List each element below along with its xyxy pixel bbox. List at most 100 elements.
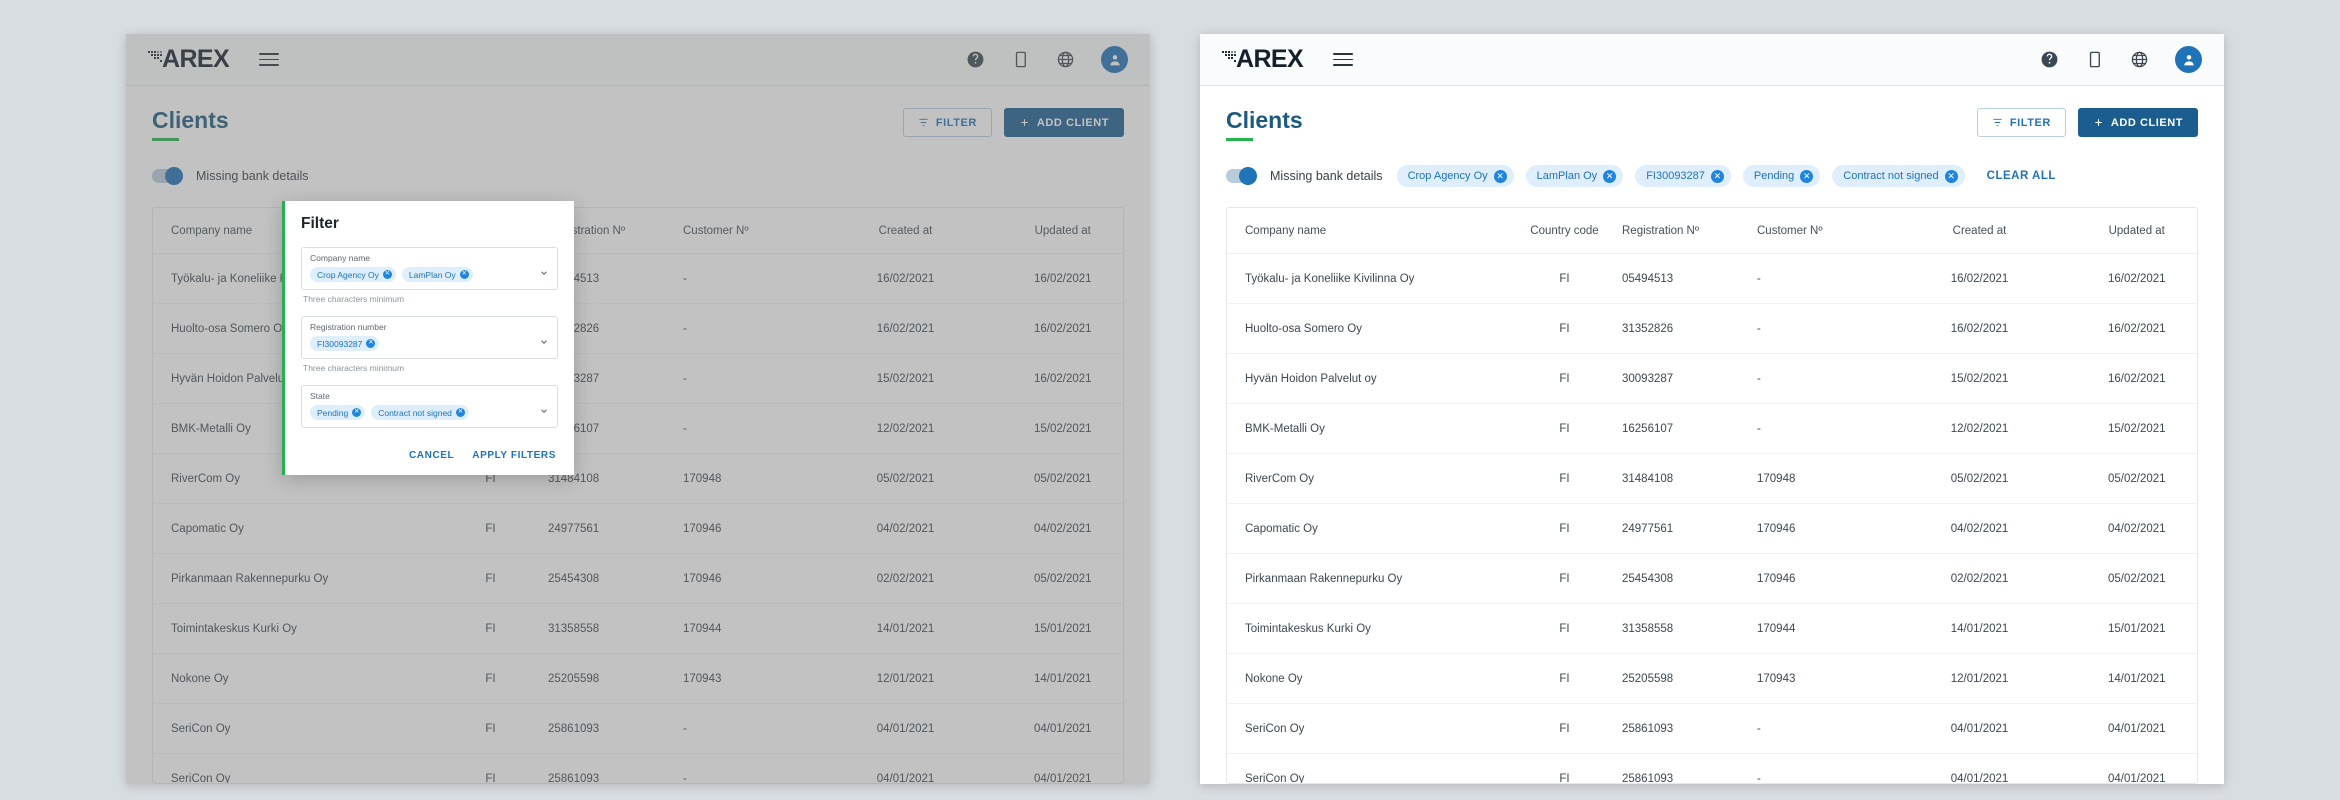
missing-bank-details-toggle[interactable] — [152, 167, 183, 186]
col-company-name-right: Company name — [1227, 208, 1507, 255]
cell-country-code: FI — [1507, 453, 1622, 505]
cell-created-at: 05/02/2021 — [1902, 453, 2057, 505]
brand-logo-right[interactable]: AREX — [1222, 47, 1304, 72]
filter-button-right[interactable]: FILTER — [1976, 108, 2066, 137]
account-avatar-button-right[interactable] — [2175, 46, 2202, 73]
filter-field-label: Registration number — [310, 322, 387, 332]
add-client-button[interactable]: ADD CLIENT — [1003, 108, 1124, 137]
cancel-button[interactable]: CANCEL — [409, 450, 454, 461]
table-row[interactable]: Toimintakeskus Kurki Oy FI 31358558 170944 1… — [153, 603, 1123, 655]
chip-remove-icon[interactable]: ✕ — [1603, 169, 1617, 183]
table-row[interactable]: Huolto-osa Somero OyFI31352826-16/02/202… — [1227, 303, 2197, 355]
cell-company-name: Työkalu- ja Koneliike Kivilinna Oy — [1227, 253, 1507, 305]
globe-icon-right[interactable] — [2130, 50, 2149, 69]
active-filter-chip[interactable]: Contract not signed ✕ — [1832, 165, 1965, 188]
cell-registration: 31352826 — [1622, 303, 1757, 355]
account-avatar-button[interactable] — [1101, 46, 1128, 73]
table-row[interactable]: SeriCon Oy FI 25861093-04/01/2021 04/01/202… — [1227, 753, 2197, 784]
filter-field-box[interactable]: Company name Crop Agency Oy ✕ LamPlan Oy ✕ — [301, 247, 558, 290]
table-row[interactable]: Pirkanmaan Rakennepurku Oy FI 25454308 1709… — [153, 553, 1123, 605]
table-row[interactable]: RiverCom Oy FI 31484108 170948 05/02/2021 05/… — [1227, 453, 2197, 505]
chip-label: FI30093287 — [317, 338, 363, 349]
chip-label: Pending — [1753, 170, 1795, 183]
cell-created-at: 16/02/2021 — [828, 303, 983, 355]
brand-dots-icon-right — [1222, 51, 1238, 63]
filter-field-chevron-down-icon[interactable] — [539, 406, 549, 418]
chip-remove-icon[interactable]: ✕ — [1493, 169, 1507, 183]
filter-field-chip[interactable]: LamPlan Oy ✕ — [401, 267, 473, 282]
chip-remove-icon[interactable]: ✕ — [382, 270, 392, 279]
cell-updated-at: 04/01/2021 — [2057, 703, 2197, 755]
globe-icon[interactable] — [1056, 50, 1075, 69]
copy-icon[interactable] — [1011, 50, 1030, 69]
filter-field-chip[interactable]: FI30093287 ✕ — [310, 336, 380, 351]
col-customer: Customer Nº — [683, 208, 828, 255]
cell-customer: 170948 — [1757, 453, 1902, 505]
table-row[interactable]: Työkalu- ja Koneliike Kivilinna OyFI0549… — [1227, 253, 2197, 305]
cell-created-at: 02/02/2021 — [828, 553, 983, 605]
active-filter-chip[interactable]: Pending ✕ — [1742, 165, 1821, 188]
cell-created-at: 12/01/2021 — [828, 653, 983, 705]
cell-created-at: 04/01/2021 — [828, 753, 983, 784]
filter-field-box[interactable]: State Pending ✕ Contract not signed ✕ — [301, 385, 558, 428]
table-row[interactable]: Pirkanmaan Rakennepurku Oy FI 25454308 1709… — [1227, 553, 2197, 605]
chip-remove-icon[interactable]: ✕ — [459, 270, 469, 279]
table-row[interactable]: Capomatic Oy FI 24977561 170946 04/02/2021 04… — [1227, 503, 2197, 555]
chip-remove-icon[interactable]: ✕ — [1944, 169, 1958, 183]
chip-remove-icon[interactable]: ✕ — [366, 339, 376, 348]
add-client-button-right[interactable]: ADD CLIENT — [2077, 108, 2198, 137]
cell-customer: 170943 — [683, 653, 828, 705]
clear-all-button[interactable]: CLEAR ALL — [1987, 170, 2056, 182]
cell-registration: 30093287 — [1622, 353, 1757, 405]
help-icon-right[interactable] — [2040, 50, 2059, 69]
filter-field-chevron-down-icon[interactable] — [539, 337, 549, 349]
cell-registration: 25861093 — [548, 753, 683, 784]
cell-updated-at: 04/01/2021 — [983, 703, 1123, 755]
top-bar-left: AREX — [126, 34, 1150, 86]
cell-updated-at: 16/02/2021 — [983, 253, 1123, 305]
active-filter-chip[interactable]: FI30093287 ✕ — [1635, 165, 1731, 188]
cell-registration: 31358558 — [1622, 603, 1757, 655]
cell-country-code: FI — [1507, 753, 1622, 784]
apply-filters-button[interactable]: APPLY FILTERS — [472, 450, 556, 461]
page-content-right: Clients FILTER ADD CLIENT Missing bank d… — [1200, 86, 2224, 784]
table-row[interactable]: SeriCon Oy FI 25861093-04/01/2021 04/01/202… — [153, 703, 1123, 755]
chip-label: Crop Agency Oy — [1407, 170, 1488, 183]
chip-remove-icon[interactable]: ✕ — [455, 408, 465, 417]
brand-logo[interactable]: AREX — [148, 47, 230, 72]
table-row[interactable]: SeriCon Oy FI 25861093-04/01/2021 04/01/202… — [1227, 703, 2197, 755]
active-filter-chip[interactable]: Crop Agency Oy ✕ — [1396, 165, 1514, 188]
help-icon[interactable] — [966, 50, 985, 69]
filter-field-chip[interactable]: Pending ✕ — [310, 405, 366, 420]
filter-field-box[interactable]: Registration number FI30093287 ✕ — [301, 316, 558, 359]
chip-label: LamPlan Oy — [1536, 170, 1598, 183]
filter-field-label: State — [310, 391, 330, 401]
missing-bank-details-toggle-right[interactable] — [1226, 167, 1257, 186]
cell-registration: 25454308 — [1622, 553, 1757, 605]
table-row[interactable]: Nokone Oy FI 25205598 170943 12/01/2021 14/01… — [1227, 653, 2197, 705]
cell-customer: 170946 — [1757, 553, 1902, 605]
table-row[interactable]: SeriCon Oy FI 25861093-04/01/2021 04/01/202… — [153, 753, 1123, 784]
copy-icon-right[interactable] — [2085, 50, 2104, 69]
filter-field-chip[interactable]: Crop Agency Oy ✕ — [310, 267, 396, 282]
filter-field-chevron-down-icon[interactable] — [539, 268, 549, 280]
active-filter-chip[interactable]: LamPlan Oy ✕ — [1525, 165, 1624, 188]
chip-remove-icon[interactable]: ✕ — [352, 408, 362, 417]
menu-toggle-button[interactable] — [259, 49, 280, 70]
chip-remove-icon[interactable]: ✕ — [1710, 169, 1724, 183]
table-row[interactable]: Hyvän Hoidon Palvelut oyFI30093287-15/02… — [1227, 353, 2197, 405]
cell-created-at: 14/01/2021 — [1902, 603, 2057, 655]
cell-updated-at: 14/01/2021 — [2057, 653, 2197, 705]
filter-field-chip[interactable]: Contract not signed ✕ — [371, 405, 469, 420]
filter-button[interactable]: FILTER — [902, 108, 992, 137]
menu-toggle-button-right[interactable] — [1333, 49, 1354, 70]
table-row[interactable]: Capomatic Oy FI 24977561 170946 04/02/2021 04… — [153, 503, 1123, 555]
filter-field-chips: Crop Agency Oy ✕ LamPlan Oy ✕ — [310, 267, 533, 282]
cell-country-code: FI — [1507, 253, 1622, 305]
table-row[interactable]: BMK-Metalli OyFI16256107-12/02/202115/02… — [1227, 403, 2197, 455]
chip-remove-icon[interactable]: ✕ — [1800, 169, 1814, 183]
cell-updated-at: 05/02/2021 — [2057, 553, 2197, 605]
table-row[interactable]: Toimintakeskus Kurki Oy FI 31358558 170944 1… — [1227, 603, 2197, 655]
cell-company-name: SeriCon Oy — [153, 703, 433, 755]
table-row[interactable]: Nokone Oy FI 25205598 170943 12/01/2021 14/01… — [153, 653, 1123, 705]
